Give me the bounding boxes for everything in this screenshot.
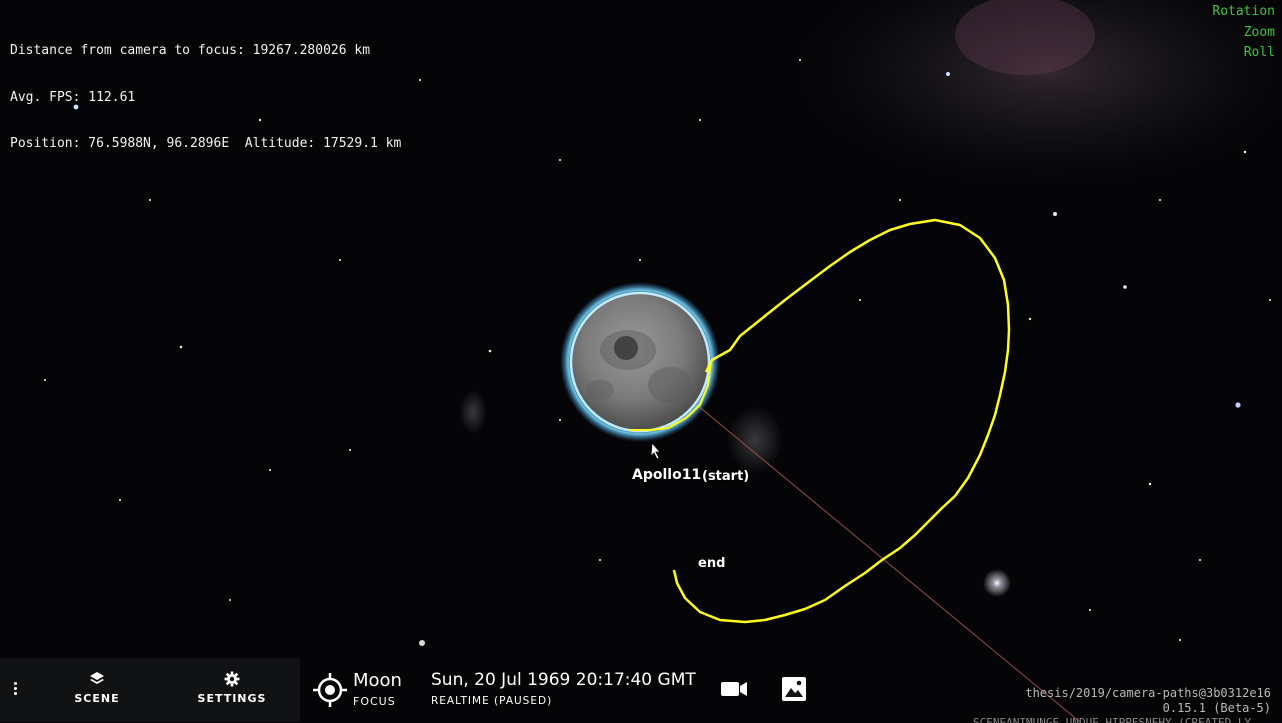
- trajectory-end-label: end: [698, 556, 726, 571]
- time-control[interactable]: Sun, 20 Jul 1969 20:17:40 GMT REALTIME (…: [431, 670, 696, 707]
- focus-crosshair-icon: [313, 673, 347, 707]
- time-mode: REALTIME (PAUSED): [431, 695, 553, 707]
- nav-mode-roll: Roll: [1243, 45, 1275, 60]
- time-datetime: Sun, 20 Jul 1969 20:17:40 GMT: [431, 670, 696, 690]
- focus-label: FOCUS: [353, 695, 396, 708]
- apollo11-label[interactable]: Apollo11: [632, 467, 701, 483]
- trajectory-start-label: (start): [702, 469, 750, 484]
- bottom-bar: SCENE SETTINGS Moon FOCUS Sun, 20 Jul 19…: [0, 658, 1282, 723]
- hud-distance: Distance from camera to focus: 19267.280…: [10, 43, 371, 58]
- camera-icon[interactable]: [719, 674, 749, 704]
- settings-gear-icon: [224, 670, 240, 688]
- scene-button-label: SCENE: [74, 692, 120, 705]
- hud-info-panel: Distance from camera to focus: 19267.280…: [10, 12, 401, 167]
- scene-button[interactable]: SCENE: [52, 670, 142, 710]
- moon-mare-2: [586, 380, 614, 400]
- version-cut-line: SCENEANIMUNGE UNDUE HIPPESNEHY (CREATED …: [973, 717, 1271, 723]
- settings-button-label: SETTINGS: [197, 692, 267, 705]
- nav-mode-rotation: Rotation: [1212, 4, 1275, 19]
- nebula-center: [727, 406, 783, 474]
- bright-star: [983, 569, 1011, 597]
- version-branch: thesis/2019/camera-paths@3b0312e16: [1025, 686, 1271, 700]
- moon-mare: [648, 367, 692, 403]
- version-number: 0.15.1 (Beta-5): [1162, 701, 1271, 715]
- scene-layers-icon: [89, 670, 105, 688]
- settings-button[interactable]: SETTINGS: [187, 670, 277, 710]
- hud-fps: Avg. FPS: 112.61: [10, 89, 136, 105]
- nav-mode-zoom: Zoom: [1243, 24, 1275, 40]
- hud-position: Position: 76.5988N, 96.2896E Altitude: 1…: [10, 136, 402, 151]
- cursor-icon: [650, 442, 661, 460]
- navigation-modes: Rotation Zoom Roll: [1212, 2, 1275, 64]
- image-icon[interactable]: [779, 674, 809, 704]
- focus-name: Moon: [353, 670, 402, 691]
- nebula-left: [459, 390, 487, 434]
- moon-crater-spread: [600, 330, 656, 370]
- side-menu-bar: SCENE SETTINGS: [0, 658, 300, 722]
- version-info: thesis/2019/camera-paths@3b0312e16 0.15.…: [973, 686, 1271, 723]
- menu-kebab-icon[interactable]: [8, 676, 22, 700]
